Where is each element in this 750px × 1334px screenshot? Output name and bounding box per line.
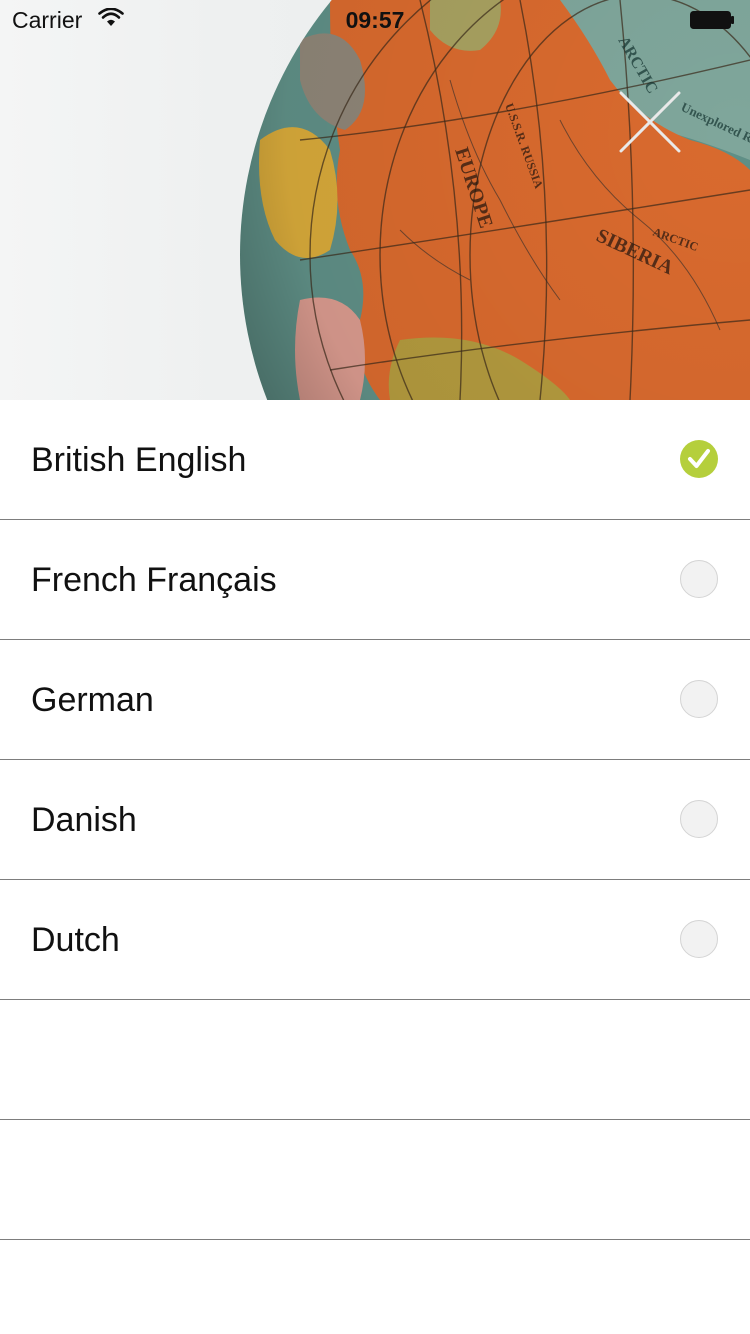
radio-circle-icon[interactable]: [680, 800, 718, 838]
language-row-danish[interactable]: Danish: [0, 760, 750, 880]
empty-row: [0, 1120, 750, 1240]
selected-check-icon[interactable]: [680, 440, 718, 478]
battery-icon: [690, 11, 734, 29]
hero-globe-image: EUROPE U.S.S.R. RUSSIA SIBERIA ARCTIC Un…: [0, 0, 750, 400]
language-list: British English French Français German D…: [0, 400, 750, 1240]
checkmark-icon: [688, 449, 710, 468]
language-label: British English: [31, 441, 247, 479]
language-label: Dutch: [31, 921, 120, 959]
empty-row: [0, 1000, 750, 1120]
language-label: French Français: [31, 561, 277, 599]
language-label: Danish: [31, 801, 137, 839]
status-bar: Carrier 09:57: [0, 0, 750, 40]
close-icon: [619, 91, 681, 153]
language-label: German: [31, 681, 154, 719]
close-button[interactable]: [614, 86, 686, 158]
language-row-british-english[interactable]: British English: [0, 400, 750, 520]
radio-circle-icon[interactable]: [680, 920, 718, 958]
language-row-french[interactable]: French Français: [0, 520, 750, 640]
radio-circle-icon[interactable]: [680, 560, 718, 598]
language-row-german[interactable]: German: [0, 640, 750, 760]
language-row-dutch[interactable]: Dutch: [0, 880, 750, 1000]
status-time: 09:57: [345, 7, 405, 33]
radio-circle-icon[interactable]: [680, 680, 718, 718]
globe-photo: EUROPE U.S.S.R. RUSSIA SIBERIA ARCTIC Un…: [240, 0, 750, 400]
